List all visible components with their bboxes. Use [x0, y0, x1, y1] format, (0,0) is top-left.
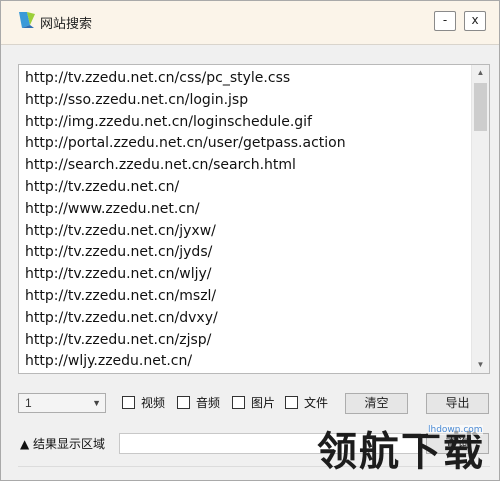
list-item[interactable]: http://tv.zzedu.net.cn/dvxy/	[19, 307, 471, 329]
scroll-thumb[interactable]	[474, 83, 487, 131]
scroll-up-arrow-icon[interactable]: ▲	[472, 65, 489, 81]
checkbox-box[interactable]	[232, 396, 245, 409]
minimize-button[interactable]: -	[434, 11, 456, 31]
result-area-label: ▲ 结果显示区域	[20, 437, 106, 451]
list-item[interactable]: http://tv.zzedu.net.cn/zjsp/	[19, 329, 471, 351]
list-item[interactable]: http://www.zzedu.net.cn/	[19, 198, 471, 220]
list-item[interactable]: http://search.zzedu.net.cn/search.html	[19, 154, 471, 176]
checkbox-label: 音频	[196, 396, 221, 410]
depth-select-value: 1	[25, 396, 32, 410]
watermark-logo-text: 领航下载	[317, 429, 485, 475]
list-item[interactable]: http://tv.zzedu.net.cn/jyds/	[19, 241, 471, 263]
scroll-down-arrow-icon[interactable]: ▼	[472, 357, 489, 373]
watermark-url: lhdown.com	[428, 425, 483, 435]
checkbox-label: 文件	[304, 396, 329, 410]
export-button[interactable]: 导出	[426, 393, 489, 414]
list-item[interactable]: http://sso.zzedu.net.cn/login.jsp	[19, 89, 471, 111]
list-item[interactable]: http://img.zzedu.net.cn/loginschedule.gi…	[19, 111, 471, 133]
url-listbox[interactable]: http://tv.zzedu.net.cn/css/pc_style.css h…	[18, 64, 490, 374]
close-button[interactable]: x	[464, 11, 486, 31]
window-title: 网站搜索	[40, 17, 93, 32]
app-logo-icon	[19, 12, 35, 28]
list-item[interactable]: http://tv.zzedu.net.cn/jyxw/	[19, 220, 471, 242]
checkbox-box[interactable]	[285, 396, 298, 409]
chevron-down-icon: ▼	[92, 398, 101, 408]
list-item[interactable]: http://tv.zzedu.net.cn/wljy/	[19, 263, 471, 285]
checkbox-label: 视频	[141, 396, 166, 410]
checkbox-box[interactable]	[122, 396, 135, 409]
depth-select[interactable]: 1 ▼	[18, 393, 106, 413]
list-item[interactable]: http://wljy.zzedu.net.cn/	[19, 350, 471, 372]
title-bar: 网站搜索 - x	[1, 1, 499, 45]
clear-button[interactable]: 清空	[345, 393, 408, 414]
url-list-items: http://tv.zzedu.net.cn/css/pc_style.css h…	[19, 65, 471, 372]
vertical-scrollbar[interactable]: ▲ ▼	[471, 65, 489, 373]
list-item[interactable]: http://tv.zzedu.net.cn/css/pc_style.css	[19, 67, 471, 89]
list-item[interactable]: http://portal.zzedu.net.cn/user/getpass.…	[19, 132, 471, 154]
checkbox-box[interactable]	[177, 396, 190, 409]
checkbox-label: 图片	[251, 396, 276, 410]
app-window: 网站搜索 - x http://tv.zzedu.net.cn/css/pc_s…	[0, 0, 500, 481]
list-item[interactable]: http://tv.zzedu.net.cn/	[19, 176, 471, 198]
list-item[interactable]: http://tv.zzedu.net.cn/mszl/	[19, 285, 471, 307]
